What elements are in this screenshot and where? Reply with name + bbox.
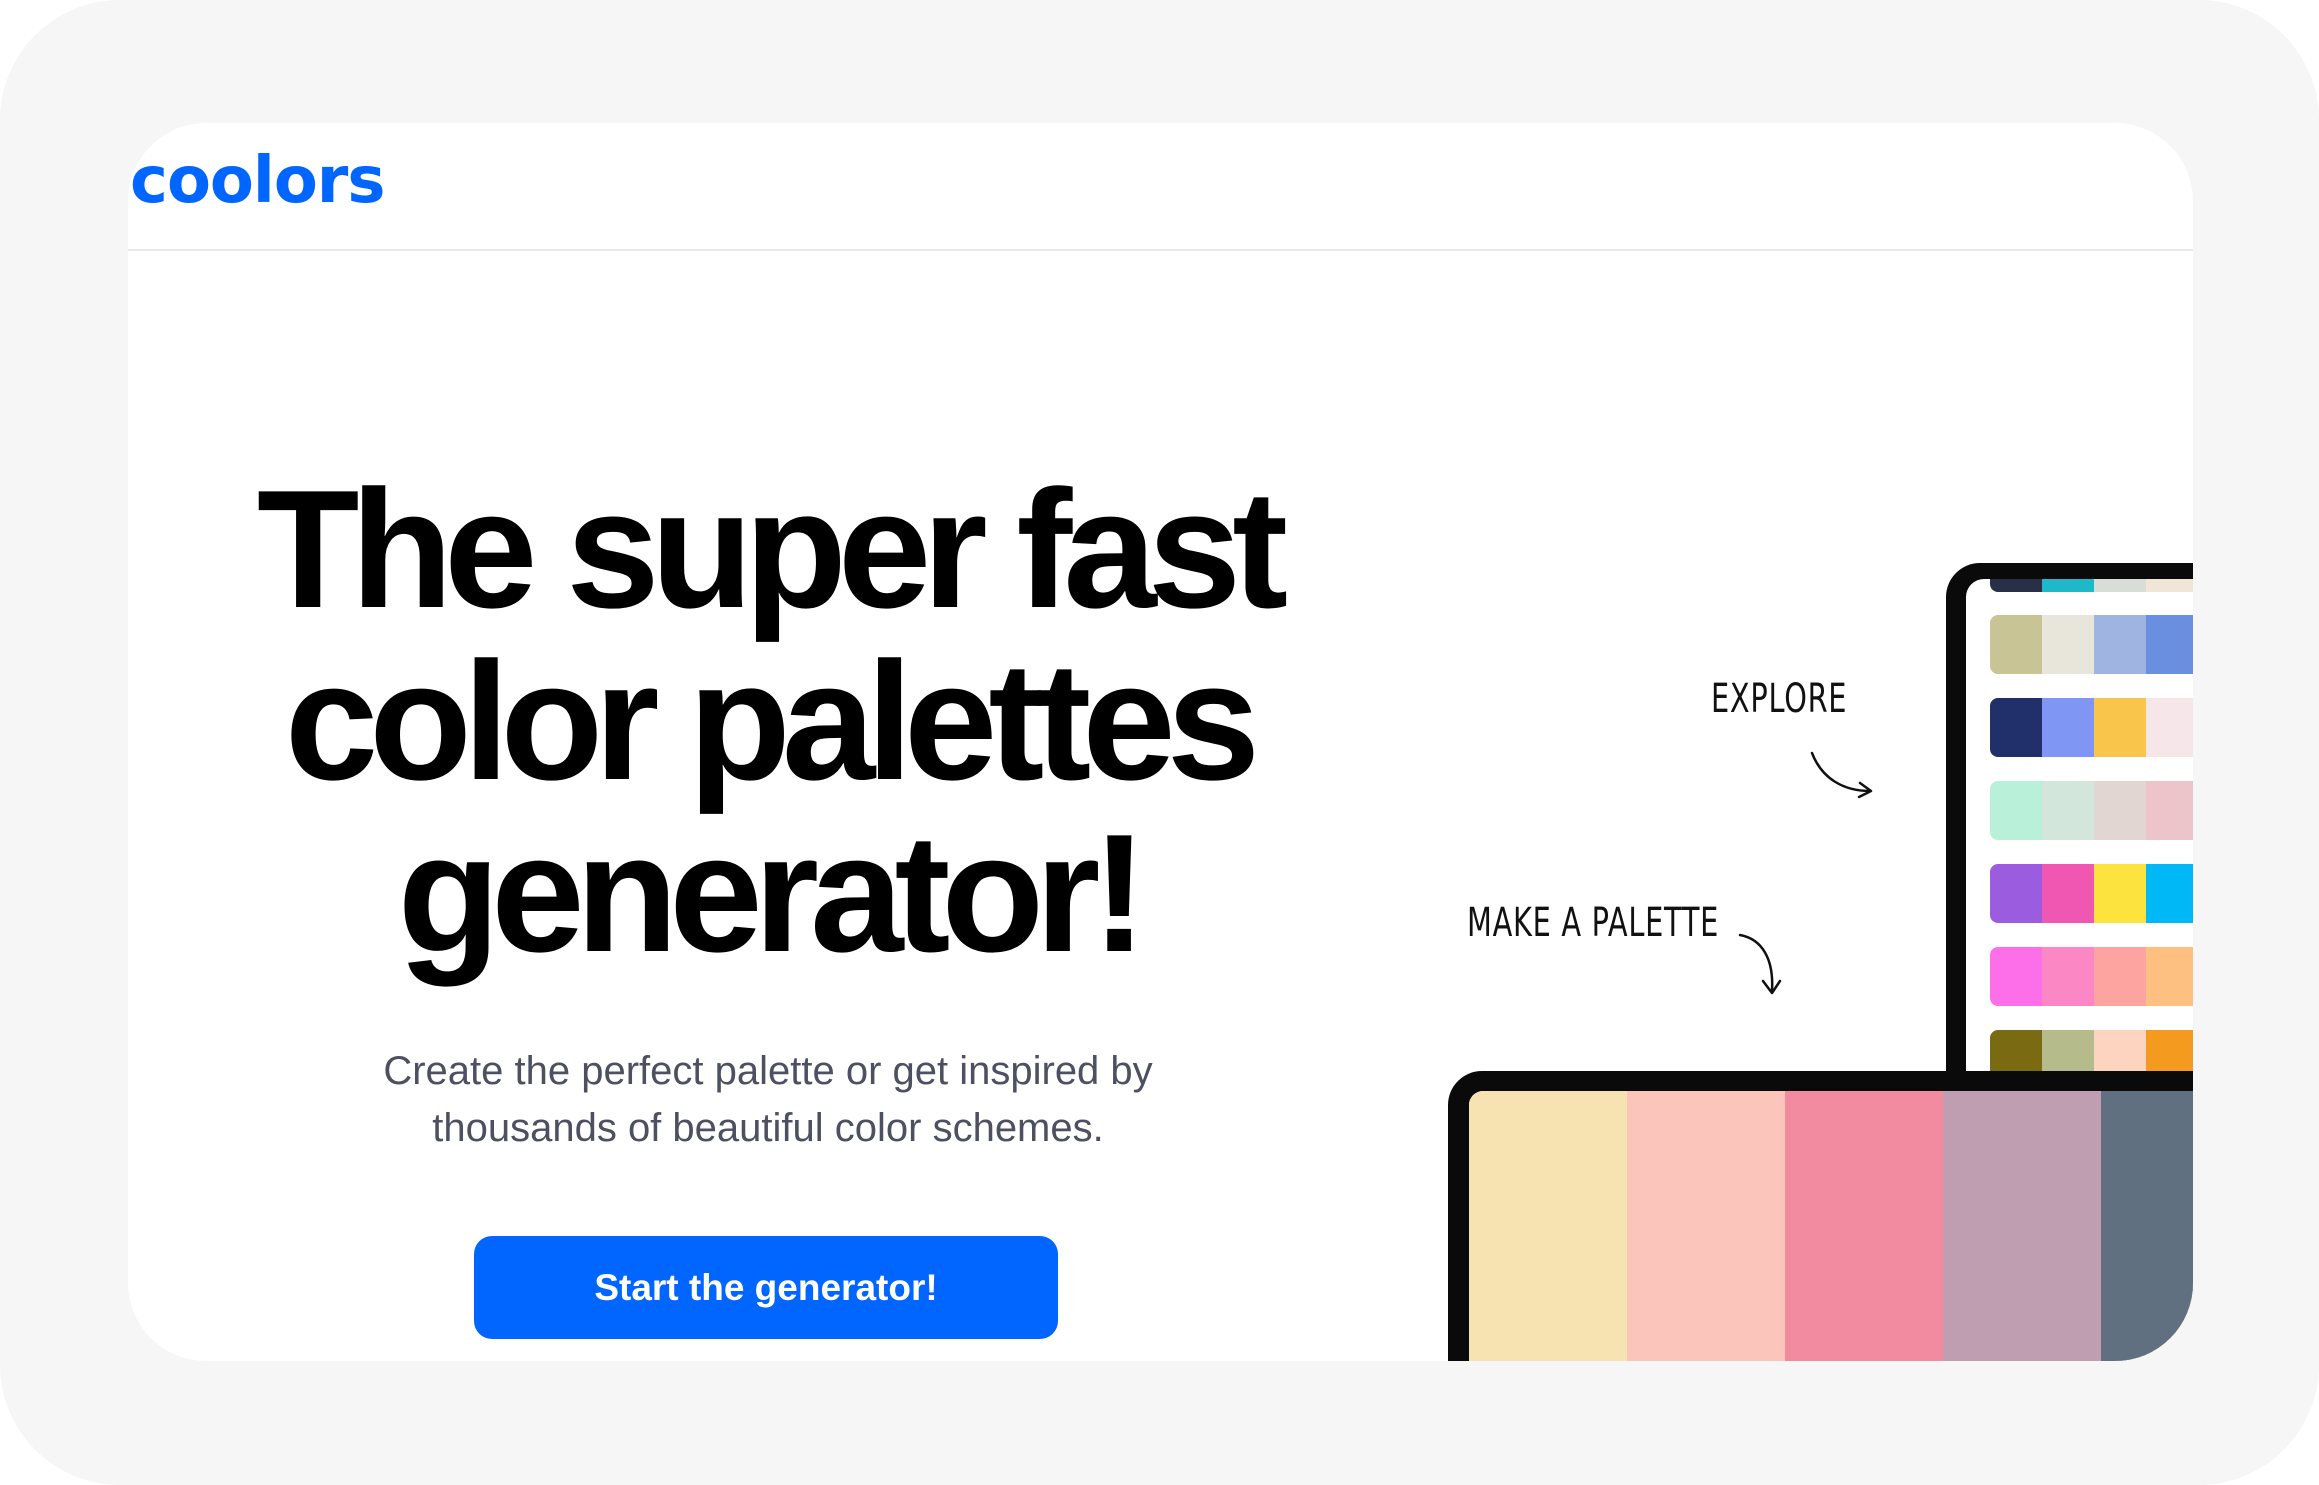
color-swatch bbox=[1990, 864, 2042, 923]
color-swatch bbox=[2094, 579, 2146, 592]
explore-annotation: EXPLORE bbox=[1711, 676, 1848, 722]
color-swatch bbox=[2042, 698, 2094, 757]
hero-subtitle-line: Create the perfect palette or get inspir… bbox=[383, 1049, 1153, 1093]
color-swatch bbox=[2146, 864, 2193, 923]
color-swatch bbox=[2094, 947, 2146, 1006]
hero-title-line: The super fast bbox=[256, 455, 1288, 643]
hero-subtitle: Create the perfect palette or get inspir… bbox=[318, 1043, 1218, 1157]
color-swatch bbox=[2146, 947, 2193, 1006]
color-swatch bbox=[2094, 781, 2146, 840]
palette-strip[interactable] bbox=[1990, 947, 2193, 1006]
make-palette-annotation: MAKE A PALETTE bbox=[1467, 900, 1720, 946]
color-swatch[interactable] bbox=[2101, 1091, 2193, 1361]
color-swatch[interactable] bbox=[1943, 1091, 2101, 1361]
palette-strip[interactable] bbox=[1990, 864, 2193, 923]
color-swatch bbox=[2042, 615, 2094, 674]
color-swatch bbox=[1990, 615, 2042, 674]
color-swatch bbox=[2146, 615, 2193, 674]
color-swatch bbox=[2146, 579, 2193, 592]
color-swatch bbox=[2094, 698, 2146, 757]
curved-arrow-icon bbox=[1738, 933, 1782, 995]
palette-strip[interactable] bbox=[1990, 698, 2193, 757]
color-swatch bbox=[2146, 698, 2193, 757]
laptop-screen bbox=[1469, 1091, 2193, 1361]
color-swatch bbox=[1990, 579, 2042, 592]
color-swatch bbox=[2042, 864, 2094, 923]
color-swatch bbox=[2094, 615, 2146, 674]
color-swatch bbox=[1990, 781, 2042, 840]
hero-title-line: generator! bbox=[397, 799, 1148, 987]
page-card: coolors The super fast color palettes ge… bbox=[128, 123, 2193, 1361]
color-swatch bbox=[2042, 579, 2094, 592]
hero-title-line: color palettes bbox=[284, 627, 1260, 815]
color-swatch bbox=[2146, 781, 2193, 840]
color-swatch[interactable] bbox=[1627, 1091, 1785, 1361]
site-header: coolors bbox=[128, 123, 2193, 251]
color-swatch bbox=[2042, 947, 2094, 1006]
curved-arrow-icon bbox=[1810, 751, 1873, 799]
color-swatch bbox=[1990, 698, 2042, 757]
coolors-logo[interactable]: coolors bbox=[130, 149, 385, 213]
palette-strip[interactable] bbox=[1990, 781, 2193, 840]
laptop-mockup bbox=[1448, 1071, 2193, 1361]
color-swatch bbox=[1990, 947, 2042, 1006]
color-swatch bbox=[2094, 864, 2146, 923]
color-swatch[interactable] bbox=[1785, 1091, 1943, 1361]
color-swatch[interactable] bbox=[1469, 1091, 1627, 1361]
start-generator-button[interactable]: Start the generator! bbox=[474, 1236, 1058, 1339]
palette-strip[interactable] bbox=[1990, 615, 2193, 674]
hero-subtitle-line: thousands of beautiful color schemes. bbox=[432, 1106, 1104, 1150]
color-swatch bbox=[2042, 781, 2094, 840]
hero-title: The super fast color palettes generator! bbox=[218, 463, 1318, 979]
palette-strip[interactable] bbox=[1990, 579, 2193, 592]
